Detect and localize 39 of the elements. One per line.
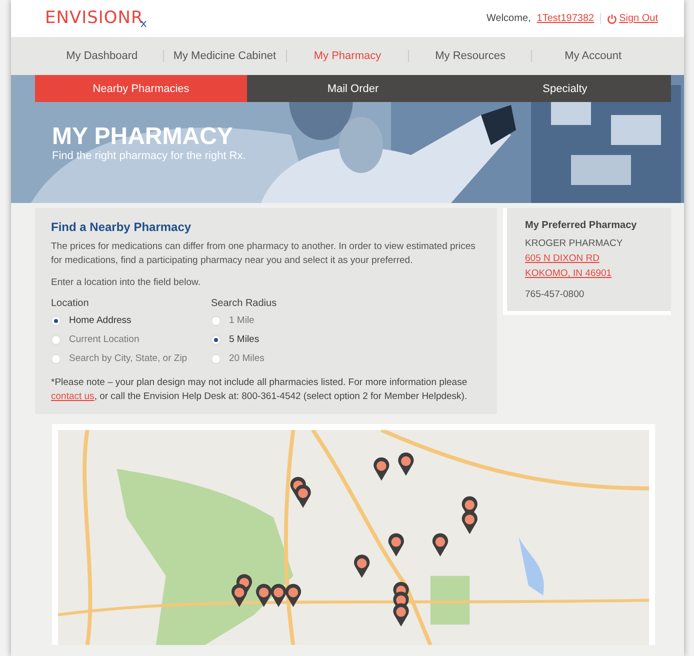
sub-tab[interactable]: Nearby Pharmacies — [35, 75, 247, 102]
address-link[interactable]: 605 N DIXON RD — [525, 252, 653, 265]
nav-tab[interactable]: My Account — [532, 50, 654, 62]
page-subtitle: Find the right pharmacy for the right Rx. — [52, 150, 247, 163]
nav-tab[interactable]: My Resources — [409, 50, 532, 62]
power-icon — [607, 14, 618, 24]
nav-tab[interactable]: My Pharmacy — [286, 50, 408, 62]
radio-label: Current Location — [69, 334, 140, 345]
contact-link[interactable]: contact us — [51, 391, 94, 402]
address-link[interactable]: KOKOMO, IN 46901 — [525, 267, 653, 280]
radio-button[interactable] — [211, 354, 221, 364]
group-label: Location — [51, 298, 90, 309]
logo: ENVISIONR$_{x}$ — [45, 8, 148, 30]
radio-label: 5 Miles — [229, 334, 260, 345]
radio-button[interactable] — [211, 316, 221, 326]
welcome-text: Welcome, — [486, 13, 531, 24]
nav-tab[interactable]: My Medicine Cabinet — [164, 50, 286, 62]
page-title: MY PHARMACY — [52, 124, 234, 150]
group-label: Search Radius — [211, 298, 277, 309]
nav-tab[interactable]: My Dashboard — [41, 50, 163, 62]
note-text: *Please note – your plan design may not include all pharmacies listed. For more information please contact us, or call the Envision Help Desk at: 800-361-4542 (select option 2 for Member Helpdesk). — [51, 376, 468, 404]
panel-title: My Preferred Pharmacy — [525, 220, 638, 231]
section-title: Find a Nearby Pharmacy — [51, 220, 192, 234]
sub-tab[interactable]: Mail Order — [247, 75, 459, 102]
radio-label: Home Address — [69, 315, 132, 326]
radio-button[interactable] — [51, 334, 61, 344]
radio-label: Search by City, State, or Zip — [69, 353, 188, 364]
sign-out-link[interactable]: Sign Out — [607, 13, 658, 24]
instruction-text: Enter a location into the field below. — [51, 276, 202, 290]
intro-text: The prices for medications can differ from one pharmacy to another. In order to view estimated prices for medications, find a participating pharmacy near you and select it as your preferred. — [51, 240, 476, 268]
radio-label: 20 Miles — [229, 353, 264, 364]
radio-button[interactable] — [51, 354, 61, 364]
phone-text: 765-457-0800 — [525, 288, 586, 301]
radio-button[interactable] — [211, 334, 221, 344]
pharmacy-name: KROGER PHARMACY — [525, 237, 624, 250]
sub-tab[interactable]: Specialty — [459, 75, 671, 102]
username-link[interactable]: 1Test197382 — [536, 13, 594, 24]
radio-button[interactable] — [51, 316, 61, 326]
radio-label: 1 Mile — [229, 315, 254, 326]
